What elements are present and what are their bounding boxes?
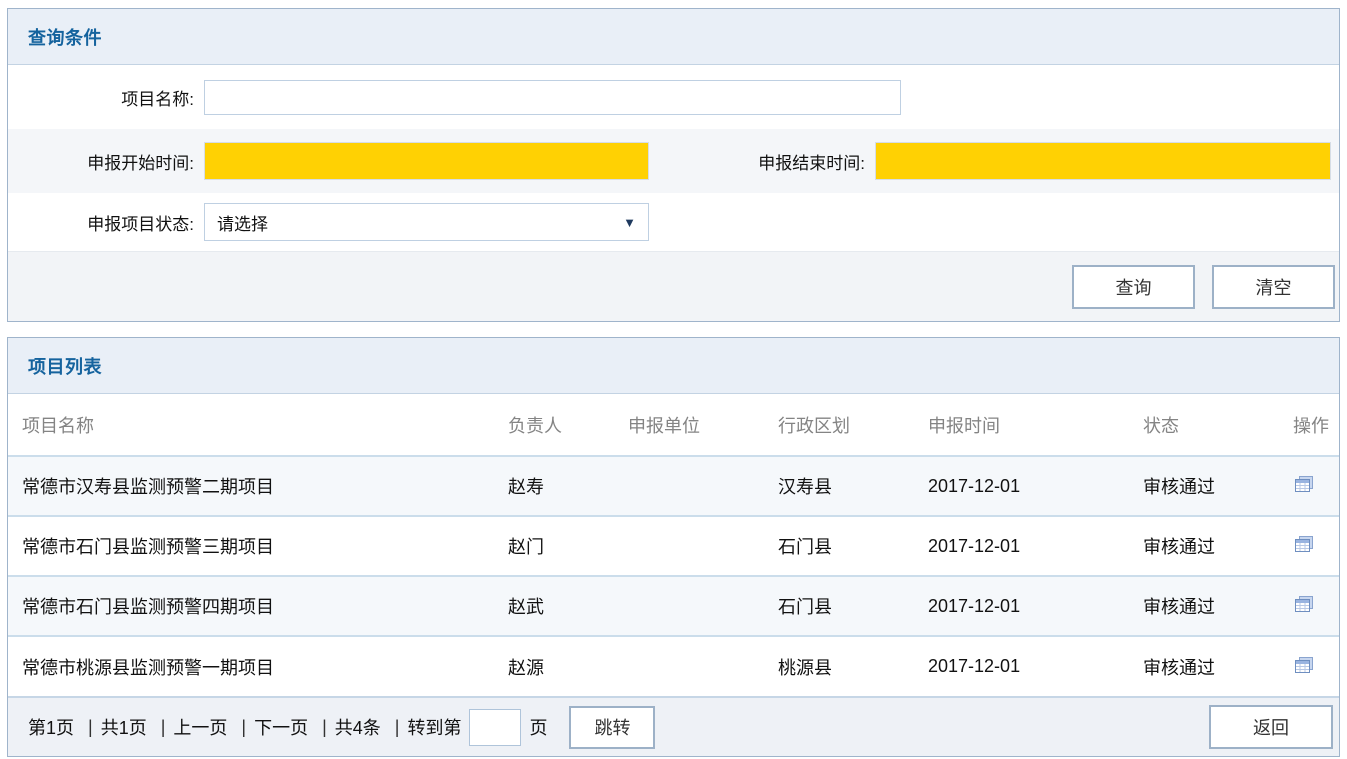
cell-op [1279, 576, 1339, 636]
cell-unit [614, 576, 764, 636]
table-row: 常德市石门县监测预警四期项目赵武 石门县2017-12-01审核通过 [8, 576, 1339, 636]
list-panel-header: 项目列表 [8, 338, 1339, 394]
cell-date: 2017-12-01 [914, 516, 1129, 576]
cell-unit [614, 516, 764, 576]
col-header-region: 行政区划 [764, 394, 914, 456]
pagination-separator: | [322, 717, 327, 738]
pagination-separator: | [88, 717, 93, 738]
project-name-input[interactable] [204, 80, 901, 115]
cell-op [1279, 636, 1339, 696]
query-actions-row: 查询 清空 [8, 251, 1339, 321]
table-body: 常德市汉寿县监测预警二期项目赵寿汉寿县2017-12-01审核通过常德市石门县监… [8, 456, 1339, 696]
table-row: 常德市汉寿县监测预警二期项目赵寿 汉寿县2017-12-01审核通过 [8, 456, 1339, 516]
cell-status: 审核通过 [1129, 456, 1279, 516]
pagination-separator: | [161, 717, 166, 738]
pagination-separator: | [241, 717, 246, 738]
cell-status: 审核通过 [1129, 576, 1279, 636]
cell-name: 常德市桃源县监测预警一期项目 [8, 636, 494, 696]
col-header-op: 操作 [1279, 394, 1339, 456]
cell-name: 常德市汉寿县监测预警二期项目 [8, 456, 494, 516]
cell-date: 2017-12-01 [914, 576, 1129, 636]
view-details-button[interactable] [1293, 594, 1316, 615]
view-details-button[interactable] [1293, 474, 1316, 495]
current-page-label: 第1页 [28, 714, 74, 740]
table-icon [1295, 657, 1314, 674]
view-details-button[interactable] [1293, 655, 1316, 676]
chevron-down-icon: ▼ [623, 215, 636, 230]
total-items-label: 共4条 [335, 714, 381, 740]
pagination-bar: 第1页 | 共1页 | 上一页 | 下一页 | 共4条 | 转到第 页 跳转 返… [8, 696, 1339, 756]
table-icon [1295, 536, 1314, 553]
pagination-separator: | [395, 717, 400, 738]
status-select[interactable]: 请选择 ▼ [204, 203, 649, 241]
goto-page-prefix: 转到第 [407, 714, 461, 740]
cell-status: 审核通过 [1129, 636, 1279, 696]
start-time-label: 申报开始时间: [8, 149, 204, 174]
cell-date: 2017-12-01 [914, 456, 1129, 516]
cell-region: 桃源县 [764, 636, 914, 696]
cell-status: 审核通过 [1129, 516, 1279, 576]
cell-owner: 赵寿 [494, 456, 614, 516]
view-details-button[interactable] [1293, 534, 1316, 555]
col-header-name: 项目名称 [8, 394, 494, 456]
cell-region: 石门县 [764, 576, 914, 636]
cell-owner: 赵源 [494, 636, 614, 696]
goto-page-suffix: 页 [529, 714, 547, 740]
goto-page-input[interactable] [469, 709, 521, 746]
table-icon [1295, 596, 1314, 613]
jump-button[interactable]: 跳转 [569, 706, 655, 749]
col-header-date: 申报时间 [914, 394, 1129, 456]
query-panel-title: 查询条件 [28, 24, 102, 50]
cell-unit [614, 636, 764, 696]
end-time-label: 申报结束时间: [649, 149, 875, 174]
table-header-row: 项目名称 负责人 申报单位 行政区划 申报时间 状态 操作 [8, 394, 1339, 456]
cell-owner: 赵门 [494, 516, 614, 576]
project-name-row: 项目名称: [8, 65, 1339, 129]
table-icon [1295, 476, 1314, 493]
table-row: 常德市石门县监测预警三期项目赵门 石门县2017-12-01审核通过 [8, 516, 1339, 576]
cell-region: 石门县 [764, 516, 914, 576]
project-name-label: 项目名称: [8, 85, 204, 110]
cell-unit [614, 456, 764, 516]
cell-date: 2017-12-01 [914, 636, 1129, 696]
cell-op [1279, 516, 1339, 576]
query-panel-header: 查询条件 [8, 9, 1339, 65]
col-header-owner: 负责人 [494, 394, 614, 456]
start-time-input[interactable] [204, 142, 649, 180]
query-panel: 查询条件 项目名称: 申报开始时间: 申报结束时间: 申报项目状态: 请选择 ▼… [7, 8, 1340, 322]
list-panel-title: 项目列表 [28, 353, 102, 379]
col-header-unit: 申报单位 [614, 394, 764, 456]
end-time-input[interactable] [875, 142, 1331, 180]
cell-name: 常德市石门县监测预警三期项目 [8, 516, 494, 576]
cell-name: 常德市石门县监测预警四期项目 [8, 576, 494, 636]
status-select-value: 请选择 [217, 210, 623, 235]
prev-page-link[interactable]: 上一页 [173, 714, 227, 740]
total-pages-label: 共1页 [101, 714, 147, 740]
project-table: 项目名称 负责人 申报单位 行政区划 申报时间 状态 操作 常德市汉寿县监测预警… [8, 394, 1339, 696]
status-row: 申报项目状态: 请选择 ▼ [8, 193, 1339, 251]
project-list-panel: 项目列表 项目名称 负责人 申报单位 行政区划 申报时间 状态 操作 常德市汉寿… [7, 337, 1340, 757]
date-range-row: 申报开始时间: 申报结束时间: [8, 129, 1339, 193]
cell-region: 汉寿县 [764, 456, 914, 516]
table-row: 常德市桃源县监测预警一期项目赵源 桃源县2017-12-01审核通过 [8, 636, 1339, 696]
cell-op [1279, 456, 1339, 516]
next-page-link[interactable]: 下一页 [254, 714, 308, 740]
search-button[interactable]: 查询 [1072, 265, 1195, 309]
col-header-status: 状态 [1129, 394, 1279, 456]
clear-button[interactable]: 清空 [1212, 265, 1335, 309]
status-label: 申报项目状态: [8, 210, 204, 235]
cell-owner: 赵武 [494, 576, 614, 636]
back-button[interactable]: 返回 [1209, 705, 1333, 749]
